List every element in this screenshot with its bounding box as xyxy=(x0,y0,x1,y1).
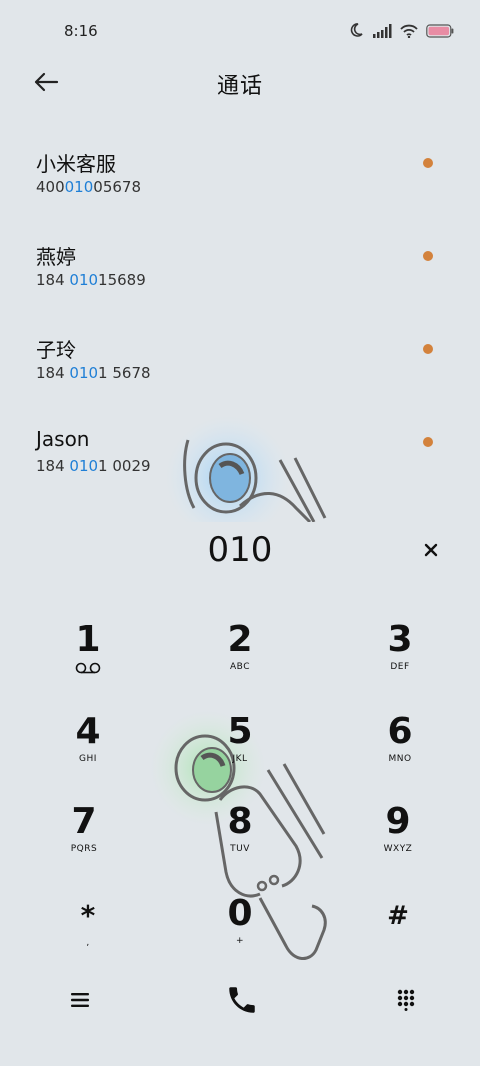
key-digit: 1 xyxy=(75,619,101,660)
key-digit: * xyxy=(80,899,96,932)
contact-number: 184 01015689 xyxy=(36,271,146,289)
dialed-number: 010 xyxy=(207,530,273,570)
key-digit: 4 xyxy=(75,711,101,752)
key-digit: 6 xyxy=(387,711,413,752)
status-bar: 8:16 xyxy=(0,0,480,60)
key-8[interactable]: 8 TUV xyxy=(180,800,300,880)
status-dot xyxy=(423,158,433,168)
key-hash[interactable]: # xyxy=(338,894,458,974)
key-5[interactable]: 5 JKL xyxy=(180,710,300,790)
key-digit: 2 xyxy=(227,619,253,660)
key-digit: 3 xyxy=(387,619,413,660)
key-letters: WXYZ xyxy=(383,844,413,854)
key-letters: , xyxy=(86,938,90,948)
key-letters: + xyxy=(235,936,245,946)
clear-button[interactable] xyxy=(418,538,444,564)
contact-item[interactable]: 子玲 184 0101 5678 xyxy=(0,316,480,409)
key-9[interactable]: 9 WXYZ xyxy=(338,800,458,880)
dialpad-toggle-button[interactable] xyxy=(386,982,426,1022)
menu-icon xyxy=(70,992,90,1012)
bottom-bar xyxy=(0,972,480,1032)
status-icons xyxy=(348,22,454,42)
status-time: 8:16 xyxy=(64,22,98,40)
contact-item[interactable]: 小米客服 40001005678 xyxy=(0,130,480,223)
close-icon xyxy=(424,542,438,561)
key-digit: 0 xyxy=(227,893,253,934)
call-button[interactable] xyxy=(222,982,262,1022)
contact-number: 184 0101 5678 xyxy=(36,364,151,382)
key-0[interactable]: 0 + xyxy=(180,892,300,972)
key-digit: 5 xyxy=(227,711,253,752)
phone-icon xyxy=(225,983,259,1021)
contact-name: Jason xyxy=(36,427,90,451)
contact-list: 小米客服 40001005678 燕婷 184 01015689 子玲 184 … xyxy=(0,130,480,502)
status-dot xyxy=(423,437,433,447)
key-2[interactable]: 2 ABC xyxy=(180,618,300,698)
status-dot xyxy=(423,251,433,261)
contact-number: 40001005678 xyxy=(36,178,141,196)
moon-icon xyxy=(348,22,364,42)
key-digit: 8 xyxy=(227,801,253,842)
contact-name: 小米客服 xyxy=(36,152,116,176)
key-letters: DEF xyxy=(390,662,410,672)
key-letters: PQRS xyxy=(70,844,98,854)
key-6[interactable]: 6 MNO xyxy=(340,710,460,790)
contact-item[interactable]: 燕婷 184 01015689 xyxy=(0,223,480,316)
signal-icon xyxy=(372,23,392,42)
menu-button[interactable] xyxy=(60,982,100,1022)
key-7[interactable]: 7 PQRS xyxy=(24,800,144,880)
key-letters: TUV xyxy=(230,844,250,854)
key-star[interactable]: * , xyxy=(28,894,148,974)
key-letters: JKL xyxy=(232,754,248,764)
key-letters: GHI xyxy=(79,754,97,764)
key-1[interactable]: 1 xyxy=(28,618,148,698)
dialpad-icon xyxy=(396,989,416,1015)
key-letters: ABC xyxy=(230,662,250,672)
key-digit: # xyxy=(387,901,409,931)
contact-name: 燕婷 xyxy=(36,245,76,269)
status-dot xyxy=(423,344,433,354)
voicemail-icon xyxy=(28,662,148,677)
key-digit: 7 xyxy=(71,801,97,842)
key-3[interactable]: 3 DEF xyxy=(340,618,460,698)
key-letters: MNO xyxy=(388,754,412,764)
key-4[interactable]: 4 GHI xyxy=(28,710,148,790)
battery-icon xyxy=(426,23,454,42)
header: 通话 xyxy=(0,60,480,108)
contact-name: 子玲 xyxy=(36,338,76,362)
key-digit: 9 xyxy=(385,801,411,842)
contact-number: 184 0101 0029 xyxy=(36,457,151,475)
wifi-icon xyxy=(400,23,418,42)
page-title: 通话 xyxy=(216,74,263,99)
contact-item[interactable]: Jason 184 0101 0029 xyxy=(0,409,480,502)
